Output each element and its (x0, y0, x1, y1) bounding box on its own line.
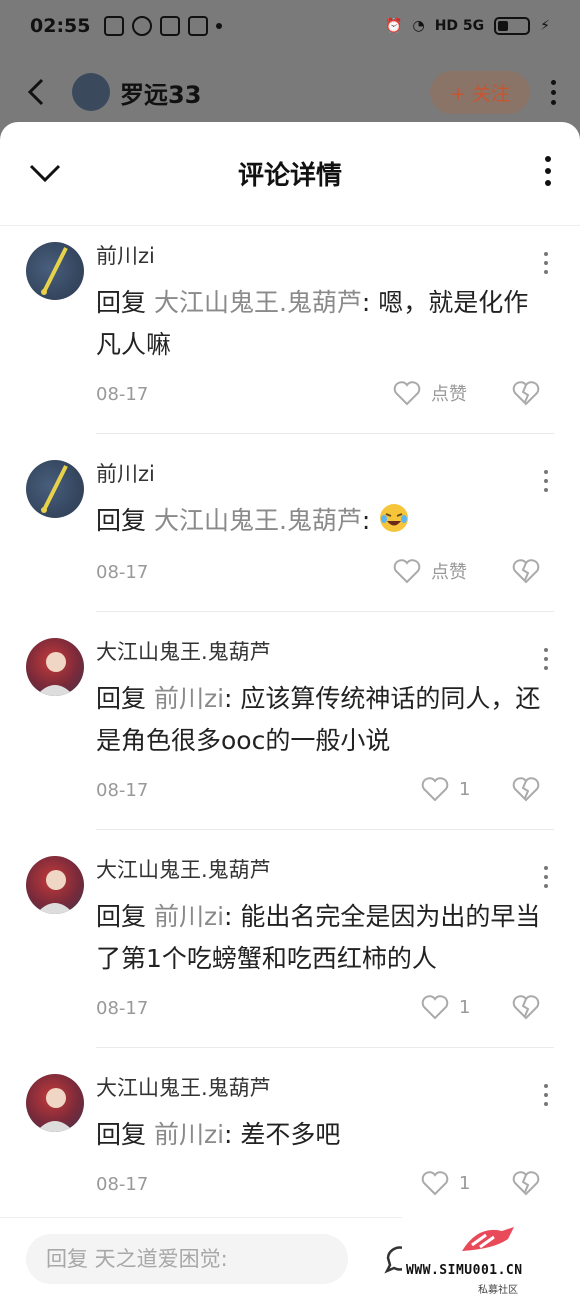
avatar[interactable] (26, 242, 84, 300)
heart-icon (393, 381, 421, 406)
reply-target[interactable]: 大江山鬼王.鬼葫芦 (154, 288, 362, 317)
comment-date: 08-17 (96, 998, 149, 1019)
avatar[interactable] (26, 638, 84, 696)
profile-name[interactable]: 罗远33 (120, 75, 201, 110)
reply-keyword: 回复 (96, 506, 147, 535)
comment-text: 回复 大江山鬼王.鬼葫芦: 嗯，就是化作凡人嘛 (96, 282, 580, 366)
notification-icons (104, 16, 223, 36)
like-count: 1 (459, 778, 471, 800)
comment-author[interactable]: 大江山鬼王.鬼葫芦 (96, 636, 271, 666)
heart-icon (421, 995, 449, 1020)
list-item: 前川zi 回复 大江山鬼王.鬼葫芦: 嗯，就是化作凡人嘛 08-17 点赞 (0, 226, 580, 444)
reply-target[interactable]: 大江山鬼王.鬼葫芦 (154, 506, 362, 535)
charging-icon: ⚡ (540, 18, 550, 34)
reply-input[interactable] (26, 1234, 348, 1284)
list-item: 前川zi 回复 大江山鬼王.鬼葫芦: 08-17 点赞 (0, 444, 580, 622)
comment-body: : 差不多吧 (224, 1120, 341, 1149)
broken-heart-icon[interactable] (512, 380, 540, 406)
more-icon[interactable] (542, 156, 554, 186)
wifi-icon: ◔ (412, 18, 425, 34)
baidu-icon (160, 16, 181, 36)
watermark-subtitle: 私募社区 (478, 1285, 518, 1296)
comment-author[interactable]: 前川zi (96, 240, 155, 270)
app-icon (188, 16, 209, 36)
broken-heart-icon[interactable] (512, 776, 540, 802)
reply-bar: WWW.SIMU001.CN 私募社区 (0, 1217, 580, 1299)
like-label: 点赞 (431, 384, 467, 405)
avatar[interactable] (72, 73, 110, 111)
comment-text: 回复 前川zi: 能出名完全是因为出的早当了第1个吃螃蟹和吃西红柿的人 (96, 896, 580, 980)
status-time: 02:55 (30, 15, 91, 37)
back-icon[interactable] (22, 77, 52, 107)
comment-detail-sheet: 评论详情 前川zi 回复 大江山鬼王.鬼葫芦: 嗯，就是化作凡人嘛 08-17 … (0, 122, 580, 1299)
list-item: 大江山鬼王.鬼葫芦 回复 前川zi: 差不多吧 08-17 1 (0, 1058, 580, 1218)
comment-text: 回复 前川zi: 差不多吧 (96, 1114, 370, 1156)
divider (96, 611, 554, 612)
network-label: HD 5G (434, 18, 485, 34)
avatar[interactable] (26, 1074, 84, 1132)
alarm-icon: ⏰ (385, 18, 403, 34)
list-item: 大江山鬼王.鬼葫芦 回复 前川zi: 应该算传统神话的同人，还是角色很多ooc的… (0, 622, 580, 840)
page-title: 评论详情 (237, 161, 342, 191)
reply-keyword: 回复 (96, 1120, 147, 1149)
mail-icon (104, 16, 125, 36)
reply-target[interactable]: 前川zi (154, 902, 224, 931)
list-item: 大江山鬼王.鬼葫芦 回复 前川zi: 能出名完全是因为出的早当了第1个吃螃蟹和吃… (0, 840, 580, 1058)
heart-icon (421, 777, 449, 802)
like-count: 1 (459, 996, 471, 1018)
comment-author[interactable]: 大江山鬼王.鬼葫芦 (96, 1072, 271, 1102)
battery-icon (494, 17, 531, 35)
comment-date: 08-17 (96, 562, 149, 583)
follow-button[interactable]: + 关注 (430, 70, 530, 114)
more-icon[interactable] (548, 79, 558, 105)
reply-keyword: 回复 (96, 288, 147, 317)
more-icon[interactable] (542, 1084, 550, 1106)
sheet-header: 评论详情 (0, 122, 580, 226)
comment-author[interactable]: 前川zi (96, 458, 155, 488)
divider (96, 1047, 554, 1048)
avatar[interactable] (26, 460, 84, 518)
comment-date: 08-17 (96, 384, 149, 405)
status-bar: 02:55 ⏰ ◔ HD 5G ⚡ (0, 0, 580, 52)
laughing-tears-emoji-icon (380, 504, 409, 532)
reply-keyword: 回复 (96, 684, 147, 713)
reply-target[interactable]: 前川zi (154, 684, 224, 713)
comment-date: 08-17 (96, 780, 149, 801)
comment-text: 回复 前川zi: 应该算传统神话的同人，还是角色很多ooc的一般小说 (96, 678, 580, 762)
divider (96, 829, 554, 830)
broken-heart-icon[interactable] (512, 1170, 540, 1196)
like-button[interactable]: 1 (421, 776, 470, 802)
more-icon[interactable] (542, 470, 550, 492)
comment-author[interactable]: 大江山鬼王.鬼葫芦 (96, 854, 271, 884)
like-label: 点赞 (431, 562, 467, 583)
background-profile-header: 罗远33 + 关注 (0, 52, 580, 132)
watermark-logo (462, 1227, 514, 1251)
divider (96, 433, 554, 434)
more-icon[interactable] (542, 866, 550, 888)
more-icon[interactable] (542, 648, 550, 670)
comment-date: 08-17 (96, 1174, 149, 1195)
heart-icon (393, 559, 421, 584)
heart-icon (421, 1171, 449, 1196)
like-button[interactable]: 点赞 (393, 380, 467, 406)
system-icons: ⏰ ◔ HD 5G ⚡ (385, 17, 550, 35)
more-notifications-icon (216, 23, 223, 29)
comment-body: : (361, 506, 379, 535)
reply-keyword: 回复 (96, 902, 147, 931)
broken-heart-icon[interactable] (512, 994, 540, 1020)
like-button[interactable]: 1 (421, 994, 470, 1020)
avatar[interactable] (26, 856, 84, 914)
broken-heart-icon[interactable] (512, 558, 540, 584)
chevron-down-icon[interactable] (26, 158, 64, 188)
like-count: 1 (459, 1172, 471, 1194)
watermark: WWW.SIMU001.CN 私募社区 (402, 1217, 580, 1299)
comment-text: 回复 大江山鬼王.鬼葫芦: (96, 500, 440, 542)
reply-target[interactable]: 前川zi (154, 1120, 224, 1149)
watermark-url: WWW.SIMU001.CN (406, 1263, 523, 1278)
more-icon[interactable] (542, 252, 550, 274)
like-button[interactable]: 1 (421, 1170, 470, 1196)
like-button[interactable]: 点赞 (393, 558, 467, 584)
qq-icon (132, 16, 153, 36)
